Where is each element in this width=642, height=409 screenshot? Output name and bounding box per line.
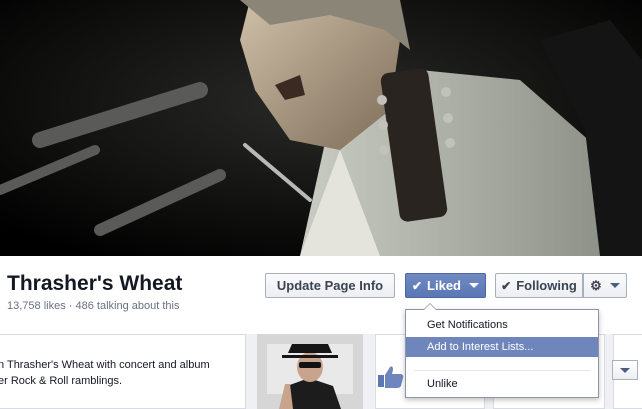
- check-icon: ✔: [411, 278, 423, 293]
- more-tiles-button[interactable]: [612, 360, 638, 380]
- update-page-info-button[interactable]: Update Page Info: [265, 273, 395, 298]
- following-button[interactable]: ✔ Following: [495, 273, 583, 298]
- cover-image: [0, 0, 642, 256]
- liked-dropdown-menu: Get Notifications Add to Interest Lists.…: [405, 303, 599, 398]
- about-text-line-1: n Thrasher's Wheat with concert and albu…: [0, 359, 210, 371]
- page-name[interactable]: Thrasher's Wheat: [7, 272, 182, 296]
- menu-item-get-notifications[interactable]: Get Notifications: [406, 315, 598, 335]
- menu-item-unlike[interactable]: Unlike: [406, 374, 598, 394]
- photo-thumbnail[interactable]: [257, 334, 363, 409]
- about-box: n Thrasher's Wheat with concert and albu…: [0, 334, 246, 409]
- profile-photo: [257, 334, 363, 409]
- following-label: Following: [516, 278, 577, 293]
- chevron-down-icon: [609, 283, 620, 288]
- thumbs-up-icon: [378, 366, 404, 388]
- chevron-down-icon: [620, 367, 630, 373]
- gear-icon: ⚙: [590, 277, 602, 293]
- update-page-info-label: Update Page Info: [276, 278, 384, 293]
- about-text-line-2: er Rock & Roll ramblings.: [0, 375, 123, 387]
- menu-item-add-to-interest-lists[interactable]: Add to Interest Lists...: [406, 337, 598, 357]
- check-icon: ✔: [501, 278, 512, 293]
- liked-button[interactable]: ✔ Liked: [405, 273, 486, 298]
- liked-label: Liked: [427, 278, 462, 293]
- menu-notch-inner: [424, 304, 436, 310]
- menu-divider: [414, 370, 590, 371]
- page-stats: 13,758 likes · 486 talking about this: [7, 300, 180, 312]
- chevron-down-icon: [469, 283, 480, 288]
- settings-button[interactable]: ⚙: [583, 273, 627, 298]
- cover-photo: [0, 0, 642, 256]
